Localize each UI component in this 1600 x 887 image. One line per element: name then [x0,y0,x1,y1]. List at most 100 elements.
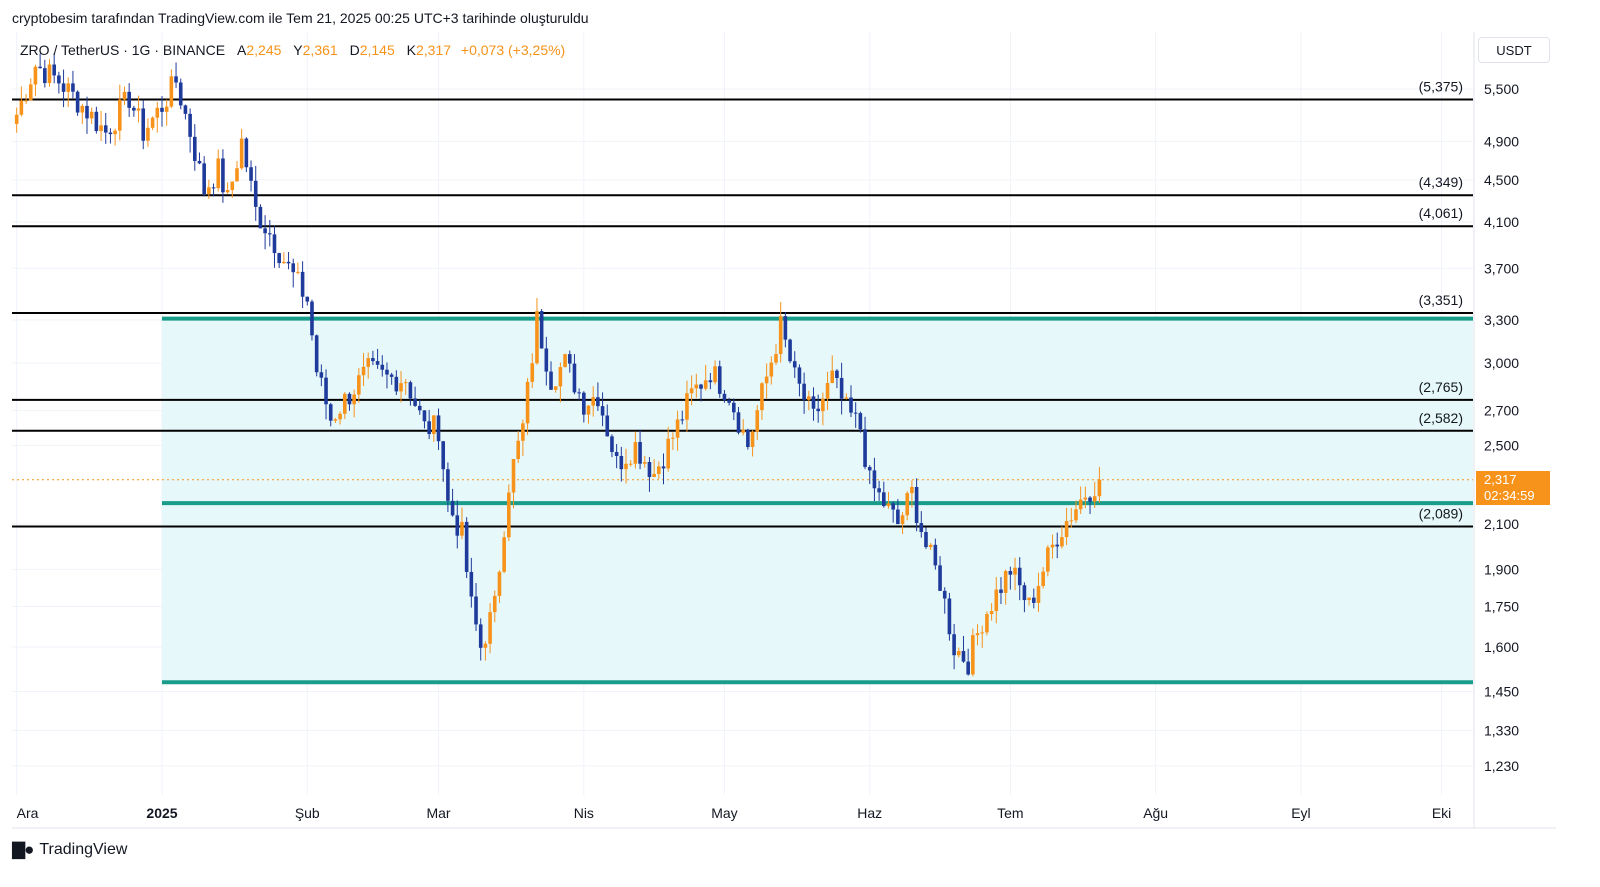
candle-body [38,66,42,69]
candle-body [811,396,816,409]
candle [188,108,192,153]
candle-body [408,382,413,399]
open-value: 2,245 [246,42,282,58]
candle-body [1083,497,1088,500]
y-tick-label: 4,500 [1484,172,1519,188]
candle [94,106,99,134]
candle-body [933,544,938,566]
price-chart[interactable]: (5,375) (4,349) (4,061) (3,351) (2,765) (2,58… [0,0,1600,887]
candle-body [403,382,408,384]
candle-body [919,523,924,533]
bar-countdown: 02:34:59 [1484,488,1535,503]
candle-body [1022,585,1027,601]
y-tick-label: 3,000 [1484,355,1519,371]
candle-body [19,100,24,115]
candle-body [103,125,108,133]
candle-body [66,83,71,92]
candle-body [980,632,985,634]
candle [197,152,202,165]
candle-body [825,383,830,399]
candle-body [914,486,919,524]
candle-body [197,160,202,164]
candle-body [844,397,849,399]
candle-body [399,383,403,392]
candle [249,160,253,192]
candle [314,334,319,377]
candle-body [872,470,877,489]
candle [216,149,221,192]
candle [235,161,239,182]
candle-body [971,635,975,675]
candle-body [174,76,178,83]
candle [132,105,136,117]
x-tick-label: Mar [426,805,450,821]
y-tick-label: 1,450 [1484,683,1519,699]
y-tick-label: 1,330 [1484,723,1519,739]
candle-body [849,397,853,413]
candle-body [272,234,277,254]
candle-body [563,354,567,368]
high-label: Y [293,42,303,58]
candle-body [727,400,731,403]
symbol-name[interactable]: ZRO / TetherUS · 1G · BINANCE [20,42,225,58]
candle-body [516,440,521,460]
candle-body [835,370,839,378]
candle-body [291,263,296,273]
candle-body [249,167,253,181]
candle-body [867,467,872,471]
candle-body [230,181,235,191]
currency-selector[interactable]: USDT [1478,37,1550,63]
candle [778,301,783,363]
candle-body [385,369,389,375]
candle [239,128,244,170]
candle-body [1055,544,1060,547]
candle-body [207,187,211,195]
candle-body [750,431,755,448]
x-tick-label: Tem [997,805,1023,821]
x-tick-label: Ara [17,805,39,821]
candle-body [24,100,28,102]
tradingview-logo[interactable]: ▇● TradingView [12,840,127,860]
candle [507,484,511,542]
candle [183,104,188,120]
candle-body [155,107,160,118]
candle-body [150,117,155,128]
candle-body [488,612,492,644]
candle-body [357,375,361,395]
candle-body [89,111,94,119]
candle [746,428,750,450]
candle-body [807,396,811,400]
level-label: (4,061) [1419,205,1463,221]
y-tick-label: 1,750 [1484,599,1519,615]
candle-body [530,363,535,382]
candle-body [938,565,942,591]
candle-body [989,611,994,615]
candle-body [263,228,267,234]
candle-body [539,311,544,349]
candle [563,353,567,368]
candle [502,531,506,574]
candle-body [577,392,581,394]
candle-body [717,366,722,394]
candle-body [417,405,422,411]
y-tick-label: 3,700 [1484,260,1519,276]
candle-body [713,366,717,383]
current-price: 2,317 [1484,472,1517,487]
x-tick-label: Eyl [1291,805,1310,821]
candle-body [596,397,600,407]
candle [174,62,178,88]
candle-body [1003,571,1008,593]
candle-body [741,429,745,433]
candle-body [671,437,675,439]
x-tick-label: Ağu [1143,805,1168,821]
candle-body [169,76,174,107]
candle-body [239,138,244,169]
candle-body [460,521,464,536]
candle-body [361,366,366,376]
y-tick-label: 5,500 [1484,81,1519,97]
candle-body [1036,585,1041,603]
close-label: K [406,42,416,58]
candle [971,628,975,677]
candle [89,107,94,125]
candle-body [680,419,685,421]
